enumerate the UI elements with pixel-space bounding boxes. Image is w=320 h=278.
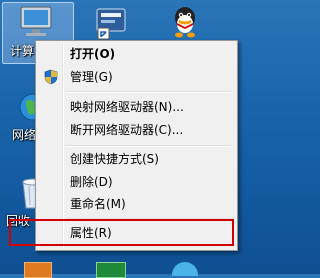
menu-item-delete-label: 删除(D) — [70, 175, 113, 189]
menu-separator — [66, 145, 232, 147]
menu-item-open[interactable]: 打开(O) — [39, 43, 234, 65]
menu-item-create-shortcut[interactable]: 创建快捷方式(S) — [39, 148, 234, 170]
menu-separator — [66, 218, 232, 220]
menu-item-manage[interactable]: 管理(G) — [39, 66, 234, 88]
menu-item-delete[interactable]: 删除(D) — [39, 171, 234, 193]
bottom-app-icon-green[interactable] — [96, 262, 126, 278]
menu-item-create-shortcut-label: 创建快捷方式(S) — [70, 152, 159, 166]
recycle-bin-label: 回收 — [6, 214, 31, 228]
qq-icon[interactable] — [168, 4, 202, 40]
menu-item-properties[interactable]: 属性(R) — [39, 222, 234, 244]
shield-icon — [44, 69, 58, 85]
computer-icon[interactable] — [18, 4, 54, 40]
menu-item-disconnect-network-drive[interactable]: 断开网络驱动器(C)... — [39, 119, 234, 141]
menu-separator — [66, 91, 232, 93]
computer-label: 计算 — [10, 44, 35, 58]
menu-item-manage-label: 管理(G) — [70, 70, 113, 84]
menu-item-rename-label: 重命名(M) — [70, 197, 126, 211]
menu-item-map-network-drive[interactable]: 映射网络驱动器(N)... — [39, 96, 234, 118]
shortcut-app-icon[interactable] — [94, 6, 128, 40]
menu-item-rename[interactable]: 重命名(M) — [39, 193, 234, 215]
menu-item-disconnect-network-drive-label: 断开网络驱动器(C)... — [70, 123, 184, 137]
menu-item-map-network-drive-label: 映射网络驱动器(N)... — [70, 100, 184, 114]
menu-item-open-label: 打开(O) — [70, 47, 116, 61]
context-menu: 打开(O) 管理(G) 映射网络驱动器(N)... 断开网络驱动器(C)... … — [35, 40, 238, 251]
bottom-app-icon-orange[interactable] — [24, 262, 52, 278]
network-label: 网络 — [12, 128, 37, 142]
menu-item-properties-label: 属性(R) — [70, 226, 112, 240]
